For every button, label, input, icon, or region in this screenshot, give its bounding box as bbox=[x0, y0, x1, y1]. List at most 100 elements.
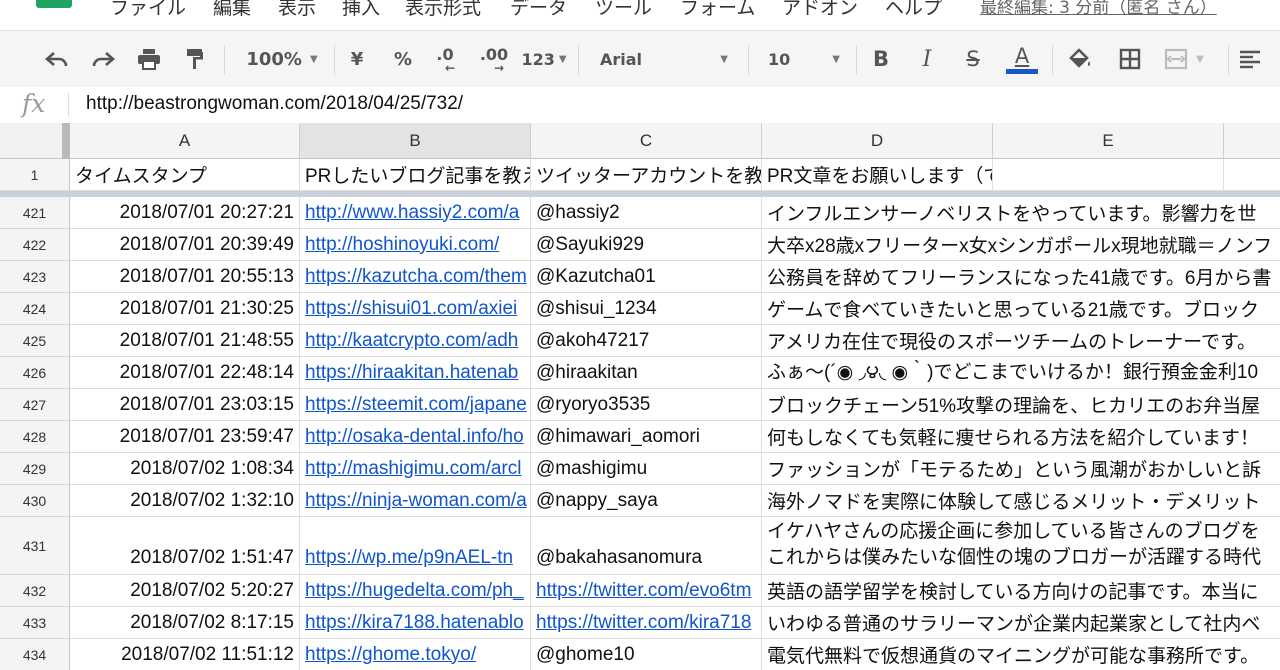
pr-text-cell[interactable]: いわゆる普通のサラリーマンが企業内起業家として社内ベ bbox=[762, 607, 1280, 639]
timestamp-cell[interactable]: 2018/07/01 20:39:49 bbox=[70, 229, 300, 261]
column-header-d[interactable]: D bbox=[762, 123, 993, 159]
timestamp-cell[interactable]: 2018/07/01 21:30:25 bbox=[70, 293, 300, 325]
redo-icon[interactable] bbox=[86, 31, 120, 87]
print-icon[interactable] bbox=[132, 31, 166, 87]
merge-cells-icon[interactable]: ▼ bbox=[1160, 31, 1208, 87]
row-number[interactable]: 432 bbox=[0, 575, 70, 607]
menu-edit[interactable]: 編集 bbox=[213, 0, 251, 20]
timestamp-cell[interactable]: 2018/07/01 20:55:13 bbox=[70, 261, 300, 293]
timestamp-cell[interactable]: 2018/07/01 21:48:55 bbox=[70, 325, 300, 357]
timestamp-cell[interactable]: 2018/07/02 1:32:10 bbox=[70, 485, 300, 517]
blog-url-cell[interactable]: http://osaka-dental.info/ho bbox=[300, 421, 531, 453]
blog-url-cell[interactable]: https://kira7188.hatenablo bbox=[300, 607, 531, 639]
header-cell-twitter-account[interactable]: ツイッターアカウントを教えてください bbox=[531, 159, 762, 191]
timestamp-cell[interactable]: 2018/07/01 23:59:47 bbox=[70, 421, 300, 453]
column-header-a[interactable]: A bbox=[70, 123, 300, 159]
timestamp-cell[interactable]: 2018/07/02 11:51:12 bbox=[70, 639, 300, 670]
menu-file[interactable]: ファイル bbox=[110, 0, 186, 20]
row-number[interactable]: 423 bbox=[0, 261, 70, 293]
header-cell-blog-url[interactable]: PRしたいブログ記事を教えてください bbox=[300, 159, 531, 191]
more-formats-select[interactable]: 123 ▼ bbox=[518, 31, 570, 87]
freeze-handle[interactable] bbox=[62, 123, 70, 159]
fill-color-icon[interactable] bbox=[1064, 31, 1096, 87]
strikethrough-button[interactable]: S bbox=[958, 31, 988, 87]
pr-text-cell[interactable]: 大卒x28歳xフリーターx女xシンガポールx現地就職＝ノンフ bbox=[762, 229, 1280, 261]
row-number[interactable]: 431 bbox=[0, 517, 70, 575]
timestamp-cell[interactable]: 2018/07/01 23:03:15 bbox=[70, 389, 300, 421]
pr-text-cell[interactable]: 電気代無料で仮想通貨のマイニングが可能な事務所です。 bbox=[762, 639, 1280, 670]
row-number[interactable]: 434 bbox=[0, 639, 70, 670]
align-left-icon[interactable] bbox=[1238, 31, 1280, 87]
row-number[interactable]: 433 bbox=[0, 607, 70, 639]
header-cell-pr-text[interactable]: PR文章をお願いします（できれば簡潔に） bbox=[762, 159, 993, 191]
menu-format[interactable]: 表示形式 bbox=[405, 0, 481, 20]
pr-text-cell[interactable]: 公務員を辞めてフリーランスになった41歳です。6月から書 bbox=[762, 261, 1280, 293]
font-family-select[interactable]: Arial ▼ bbox=[590, 31, 738, 87]
sheets-logo-icon[interactable] bbox=[36, 0, 72, 8]
twitter-account-cell[interactable]: @hiraakitan bbox=[531, 357, 762, 389]
timestamp-cell[interactable]: 2018/07/02 5:20:27 bbox=[70, 575, 300, 607]
column-header-c[interactable]: C bbox=[531, 123, 762, 159]
pr-text-cell[interactable]: ふぁ〜(´◉ ◞౪◟ ◉｀)でどこまでいけるか！銀行預金金利10 bbox=[762, 357, 1280, 389]
blog-url-cell[interactable]: http://mashigimu.com/arcl bbox=[300, 453, 531, 485]
paint-format-icon[interactable] bbox=[178, 31, 212, 87]
zoom-select[interactable]: 100% ▼ bbox=[236, 31, 328, 87]
menu-tools[interactable]: ツール bbox=[595, 0, 652, 20]
twitter-account-cell[interactable]: @himawari_aomori bbox=[531, 421, 762, 453]
timestamp-cell[interactable]: 2018/07/01 22:48:14 bbox=[70, 357, 300, 389]
pr-text-cell[interactable]: ファッションが「モテるため」という風潮がおかしいと訴 bbox=[762, 453, 1280, 485]
column-header-e[interactable]: E bbox=[993, 123, 1224, 159]
twitter-account-cell[interactable]: @ryoryo3535 bbox=[531, 389, 762, 421]
percent-format-button[interactable]: % bbox=[389, 31, 417, 87]
row-number[interactable]: 428 bbox=[0, 421, 70, 453]
blog-url-cell[interactable]: http://hoshinoyuki.com/ bbox=[300, 229, 531, 261]
row-number[interactable]: 425 bbox=[0, 325, 70, 357]
pr-text-cell[interactable]: 英語の語学留学を検討している方向けの記事です。本当に bbox=[762, 575, 1280, 607]
twitter-account-cell[interactable]: @bakahasanomura bbox=[531, 517, 762, 575]
blog-url-cell[interactable]: https://shisui01.com/axiei bbox=[300, 293, 531, 325]
bold-button[interactable]: B bbox=[866, 31, 896, 87]
twitter-account-cell[interactable]: @Sayuki929 bbox=[531, 229, 762, 261]
menu-help[interactable]: ヘルプ bbox=[885, 0, 942, 20]
increase-decimal-button[interactable]: .00 → bbox=[476, 31, 512, 87]
twitter-account-cell[interactable]: @akoh47217 bbox=[531, 325, 762, 357]
blog-url-cell[interactable]: https://hiraakitan.hatenab bbox=[300, 357, 531, 389]
blog-url-cell[interactable]: https://wp.me/p9nAEL-tn bbox=[300, 517, 531, 575]
blog-url-cell[interactable]: https://ghome.tokyo/ bbox=[300, 639, 531, 670]
pr-text-cell[interactable]: 海外ノマドを実際に体験して感じるメリット・デメリット bbox=[762, 485, 1280, 517]
pr-text-cell[interactable]: 何もしなくても気軽に痩せられる方法を紹介しています！ bbox=[762, 421, 1280, 453]
pr-text-cell[interactable]: アメリカ在住で現役のスポーツチームのトレーナーです。 bbox=[762, 325, 1280, 357]
select-all-corner[interactable] bbox=[0, 123, 70, 159]
twitter-account-cell[interactable]: @Kazutcha01 bbox=[531, 261, 762, 293]
menu-data[interactable]: データ bbox=[510, 0, 567, 20]
row-number[interactable]: 424 bbox=[0, 293, 70, 325]
blog-url-cell[interactable]: https://kazutcha.com/them bbox=[300, 261, 531, 293]
menu-insert[interactable]: 挿入 bbox=[342, 0, 380, 20]
header-cell-timestamp[interactable]: タイムスタンプ bbox=[70, 159, 300, 191]
row-number[interactable]: 426 bbox=[0, 357, 70, 389]
menu-addons[interactable]: アドオン bbox=[782, 0, 858, 20]
timestamp-cell[interactable]: 2018/07/02 1:08:34 bbox=[70, 453, 300, 485]
text-color-button[interactable]: A bbox=[1004, 31, 1040, 87]
font-size-select[interactable]: 10 ▼ bbox=[758, 31, 850, 87]
header-cell-e[interactable] bbox=[993, 159, 1224, 191]
italic-button[interactable]: I bbox=[912, 31, 942, 87]
twitter-account-cell[interactable]: https://twitter.com/evo6tm bbox=[531, 575, 762, 607]
decrease-decimal-button[interactable]: .0 ← bbox=[430, 31, 460, 87]
pr-text-cell[interactable]: インフルエンサーノベリストをやっています。影響力を世 bbox=[762, 197, 1280, 229]
blog-url-cell[interactable]: http://www.hassiy2.com/a bbox=[300, 197, 531, 229]
row-number[interactable]: 422 bbox=[0, 229, 70, 261]
row-number[interactable]: 430 bbox=[0, 485, 70, 517]
borders-icon[interactable] bbox=[1114, 31, 1146, 87]
blog-url-cell[interactable]: https://ninja-woman.com/a bbox=[300, 485, 531, 517]
formula-input[interactable]: http://beastrongwoman.com/2018/04/25/732… bbox=[86, 93, 463, 115]
pr-text-cell[interactable]: イケハヤさんの応援企画に参加している皆さんのブログを これからは僕みたいな個性の塊… bbox=[762, 517, 1280, 575]
timestamp-cell[interactable]: 2018/07/01 20:27:21 bbox=[70, 197, 300, 229]
row-number[interactable]: 427 bbox=[0, 389, 70, 421]
blog-url-cell[interactable]: https://hugedelta.com/ph_ bbox=[300, 575, 531, 607]
undo-icon[interactable] bbox=[40, 31, 74, 87]
timestamp-cell[interactable]: 2018/07/02 8:17:15 bbox=[70, 607, 300, 639]
row-number[interactable]: 429 bbox=[0, 453, 70, 485]
twitter-account-cell[interactable]: @mashigimu bbox=[531, 453, 762, 485]
row-number[interactable]: 1 bbox=[0, 159, 70, 191]
